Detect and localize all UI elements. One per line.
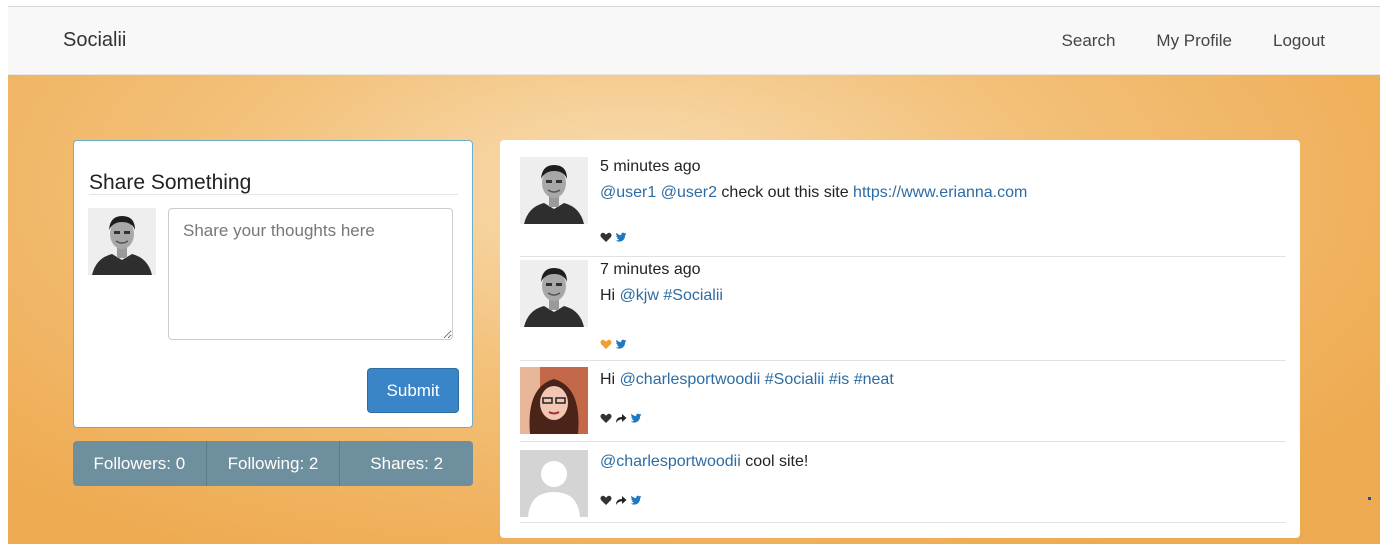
feed-post: @charlesportwoodii cool site! xyxy=(520,442,1286,523)
heart-icon[interactable] xyxy=(600,412,612,424)
share-icon[interactable] xyxy=(615,494,627,506)
shares-stat[interactable]: Shares: 2 xyxy=(340,441,473,486)
url-link[interactable]: https://www.erianna.com xyxy=(853,184,1027,201)
page-background: Socialii Search My Profile Logout Share … xyxy=(8,6,1380,544)
woman-avatar-icon xyxy=(520,367,588,434)
hashtag-link[interactable]: #neat xyxy=(854,371,894,388)
post-body: Hi @charlesportwoodii #Socialii #is #nea… xyxy=(600,370,1286,390)
heart-icon[interactable] xyxy=(600,494,612,506)
post-body: 7 minutes ago Hi @kjw #Socialii xyxy=(600,260,1286,306)
feed-post: Hi @charlesportwoodii #Socialii #is #nea… xyxy=(520,361,1286,442)
post-text: Hi @kjw #Socialii xyxy=(600,286,1286,306)
nav-links: Search My Profile Logout xyxy=(1062,31,1325,51)
mention-link[interactable]: @user1 xyxy=(600,184,656,201)
user-avatar xyxy=(88,208,156,275)
mention-link[interactable]: @charlesportwoodii xyxy=(600,453,741,470)
post-text: Hi @charlesportwoodii #Socialii #is #nea… xyxy=(600,370,1286,390)
post-text-segment: Hi xyxy=(600,287,620,304)
post-timestamp: 5 minutes ago xyxy=(600,158,701,175)
share-textarea[interactable] xyxy=(168,208,453,340)
post-text-segment: cool site! xyxy=(740,453,809,470)
twitter-icon[interactable] xyxy=(615,231,627,243)
post-body: 5 minutes ago @user1 @user2 check out thi… xyxy=(600,157,1286,203)
nav-search-link[interactable]: Search xyxy=(1062,31,1116,51)
submit-button[interactable]: Submit xyxy=(367,368,459,413)
feed-post: 5 minutes ago @user1 @user2 check out thi… xyxy=(520,157,1286,257)
man-avatar-icon xyxy=(520,157,588,224)
share-divider xyxy=(89,194,458,195)
post-text: @user1 @user2 check out this site https:… xyxy=(600,183,1286,203)
post-actions xyxy=(600,412,642,424)
share-icon[interactable] xyxy=(615,412,627,424)
post-text-segment: check out this site xyxy=(716,184,854,201)
hashtag-link[interactable]: #Socialii xyxy=(663,287,723,304)
man-avatar-icon xyxy=(88,208,156,275)
following-stat[interactable]: Following: 2 xyxy=(207,441,341,486)
twitter-icon[interactable] xyxy=(630,412,642,424)
post-avatar[interactable] xyxy=(520,260,588,327)
twitter-icon[interactable] xyxy=(615,338,627,350)
brand-logo[interactable]: Socialii xyxy=(63,29,126,52)
nav-my-profile-link[interactable]: My Profile xyxy=(1156,31,1232,51)
heart-icon[interactable] xyxy=(600,231,612,243)
feed-post: 7 minutes ago Hi @kjw #Socialii xyxy=(520,257,1286,361)
post-actions xyxy=(600,338,627,350)
navbar: Socialii Search My Profile Logout xyxy=(8,7,1380,75)
mention-link[interactable]: @kjw xyxy=(620,287,659,304)
nav-logout-link[interactable]: Logout xyxy=(1273,31,1325,51)
post-text-segment: Hi xyxy=(600,371,620,388)
post-body: @charlesportwoodii cool site! xyxy=(600,452,1286,472)
stats-bar: Followers: 0 Following: 2 Shares: 2 xyxy=(73,441,473,486)
feed-panel: 5 minutes ago @user1 @user2 check out thi… xyxy=(500,140,1300,538)
post-actions xyxy=(600,494,642,506)
hashtag-link[interactable]: #is xyxy=(829,371,849,388)
share-title: Share Something xyxy=(89,171,252,194)
post-avatar[interactable] xyxy=(520,450,588,517)
default-avatar-icon xyxy=(520,450,588,517)
share-panel: Share Something Submit xyxy=(73,140,473,428)
hashtag-link[interactable]: #Socialii xyxy=(765,371,825,388)
followers-stat[interactable]: Followers: 0 xyxy=(73,441,207,486)
twitter-icon[interactable] xyxy=(630,494,642,506)
post-text: @charlesportwoodii cool site! xyxy=(600,452,1286,472)
post-avatar[interactable] xyxy=(520,367,588,434)
mention-link[interactable]: @user2 xyxy=(661,184,717,201)
heart-icon[interactable] xyxy=(600,338,612,350)
mention-link[interactable]: @charlesportwoodii xyxy=(620,371,761,388)
man-avatar-icon xyxy=(520,260,588,327)
post-avatar[interactable] xyxy=(520,157,588,224)
post-timestamp: 7 minutes ago xyxy=(600,261,701,278)
decorative-mark xyxy=(1368,497,1371,500)
post-actions xyxy=(600,231,627,243)
